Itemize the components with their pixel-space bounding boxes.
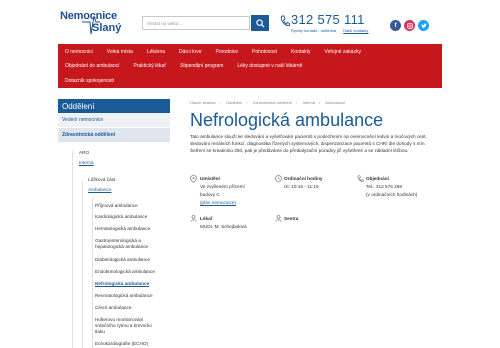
tree-item[interactable]: Hematologická ambulance bbox=[95, 226, 150, 231]
nav-item-stipendijni-program[interactable]: Stipendijní program bbox=[173, 63, 230, 69]
hodiny-label: Ordinační hodiny bbox=[284, 176, 323, 181]
search-icon bbox=[255, 18, 265, 28]
tree-item[interactable]: Gastroenterologická a bbox=[95, 238, 141, 243]
breadcrumb-item[interactable]: Interna bbox=[303, 100, 315, 105]
tree-item[interactable]: tlaku bbox=[95, 329, 105, 334]
location-icon bbox=[190, 175, 197, 183]
nav-item-verejne-zakazky[interactable]: Veřejné zakázky bbox=[318, 49, 368, 55]
phone-number[interactable]: 312 575 111 bbox=[291, 12, 365, 27]
tree-item[interactable]: Holterovo monitorování bbox=[95, 317, 143, 322]
clock-icon bbox=[275, 175, 282, 182]
tree-item[interactable]: Revmatologická ambulance bbox=[95, 293, 153, 298]
phone-icon bbox=[280, 15, 290, 27]
sidebar: Oddělení Vedení nemocnice Zdravotnická o… bbox=[58, 99, 170, 143]
chevron-right-icon: › bbox=[319, 100, 321, 105]
nav-row-3: Dotazník spokojenosti bbox=[58, 74, 121, 88]
chevron-right-icon: › bbox=[296, 100, 298, 105]
instagram-icon[interactable] bbox=[404, 20, 415, 31]
search-input[interactable]: Hledat na webu ... bbox=[142, 16, 250, 30]
umisteni-line1: Ve zvýšeném přízemí bbox=[200, 184, 245, 189]
page-intro: Tato ambulance slouží ke sledování a vyš… bbox=[190, 134, 427, 153]
page-title: Nefrologická ambulance bbox=[190, 110, 384, 130]
nav-item-pohotovost[interactable]: Pohotovost bbox=[245, 49, 284, 55]
nav-item-o-nemocnici[interactable]: O nemocnici bbox=[58, 49, 100, 55]
plan-nemocnice-link[interactable]: (plán nemocnice) bbox=[200, 200, 236, 206]
nav-item-leky[interactable]: Léky dostupné v naší lékárně bbox=[230, 63, 309, 69]
twitter-icon[interactable] bbox=[418, 20, 429, 31]
objednani-line2: (v ordinačních hodinách) bbox=[366, 192, 418, 197]
tree-item-nefrologicka[interactable]: Nefrologická ambulance bbox=[95, 281, 149, 286]
sidebar-item-vedeni[interactable]: Vedení nemocnice bbox=[58, 113, 170, 128]
phone-icon bbox=[357, 175, 364, 182]
tree-item-luzkova[interactable]: Lůžková část bbox=[88, 177, 115, 182]
tree-item[interactable]: srdečního rytmu a krevního bbox=[95, 323, 152, 328]
logo-text-line1: Nemocnice bbox=[60, 10, 117, 22]
tree-item[interactable]: Diabetologická ambulance bbox=[95, 257, 150, 262]
breadcrumb-item[interactable]: Oddělení bbox=[226, 100, 242, 105]
phone-link-more[interactable]: Další kontakty bbox=[343, 28, 368, 33]
tree-item[interactable]: Kardiologická ambulance bbox=[95, 214, 147, 219]
nav-item-objednani[interactable]: Objednání do ambulancí bbox=[58, 63, 126, 69]
breadcrumb-item[interactable]: Hlavní stránka bbox=[190, 100, 216, 105]
tree-item[interactable]: Echokardiografie (ECHO) bbox=[95, 341, 148, 346]
nav-row-1: O nemocnici Volná místa Lékárna Dárci kr… bbox=[58, 45, 368, 59]
objednani-label: Objednání bbox=[366, 176, 389, 181]
nav-item-lekarna[interactable]: Lékárna bbox=[140, 49, 172, 55]
main-navigation: O nemocnici Volná místa Lékárna Dárci kr… bbox=[58, 44, 442, 88]
tree-item[interactable]: Příjmová ambulance bbox=[95, 203, 138, 208]
sidebar-heading: Oddělení bbox=[58, 99, 170, 113]
tree-item[interactable]: hepatologická ambulance bbox=[95, 244, 148, 249]
nurse-icon bbox=[275, 215, 282, 222]
lekar-label: Lékař bbox=[200, 216, 213, 221]
tree-line bbox=[72, 151, 73, 348]
tree-item-aro[interactable]: ARO bbox=[79, 150, 89, 155]
nav-item-porodnice[interactable]: Porodnice bbox=[209, 49, 246, 55]
umisteni-line2: budovy C bbox=[200, 192, 220, 197]
chevron-right-icon: › bbox=[246, 100, 248, 105]
nav-item-volna-mista[interactable]: Volná místa bbox=[100, 49, 140, 55]
search-button[interactable] bbox=[251, 15, 269, 31]
nav-item-dotaznik[interactable]: Dotazník spokojenosti bbox=[58, 78, 121, 84]
tree-line bbox=[92, 198, 93, 348]
site-header: Nemocnice Slaný Hledat na webu ... 312 5… bbox=[0, 0, 500, 42]
site-logo[interactable]: Nemocnice Slaný bbox=[60, 10, 130, 36]
tree-item-ambulance[interactable]: Ambulance bbox=[88, 187, 111, 192]
tree-item[interactable]: Cévní ambulance bbox=[95, 305, 131, 310]
nav-item-darci-krve[interactable]: Dárci krve bbox=[172, 49, 209, 55]
sestra-label: Sestra bbox=[284, 216, 299, 221]
lekar-text: MUDr. M. Schejbalová bbox=[200, 224, 247, 229]
phone-links: Rychlý kontakt - ústředna Další kontakty bbox=[291, 28, 374, 33]
tree-line bbox=[82, 182, 83, 348]
tree-item-interna[interactable]: Interna bbox=[79, 160, 94, 165]
nav-row-2: Objednání do ambulancí Praktický lékař S… bbox=[58, 59, 309, 73]
logo-text-line2: Slaný bbox=[92, 22, 122, 34]
nav-item-prakticky-lekar[interactable]: Praktický lékař bbox=[126, 63, 173, 69]
umisteni-label: Umístění bbox=[200, 176, 220, 181]
phone-link-quick[interactable]: Rychlý kontakt - ústředna bbox=[291, 28, 336, 33]
breadcrumb-item[interactable]: Ambulance bbox=[325, 100, 345, 105]
breadcrumb-item[interactable]: Zdravotnická oddělení bbox=[253, 100, 292, 105]
nav-item-kontakty[interactable]: Kontakty bbox=[284, 49, 317, 55]
facebook-icon[interactable]: f bbox=[390, 20, 401, 31]
sidebar-item-zdravotnicka-oddeleni[interactable]: Zdravotnická oddělení bbox=[58, 128, 170, 143]
objednani-line1: Tel.: 312 575 268 bbox=[366, 184, 402, 189]
doctor-icon bbox=[190, 215, 197, 222]
tree-item[interactable]: Endokrinologická ambulance bbox=[95, 269, 155, 274]
chevron-right-icon: › bbox=[219, 100, 221, 105]
hodiny-text: Út: 10:15 - 11:15 bbox=[284, 184, 319, 189]
breadcrumb: Hlavní stránka › Oddělení › Zdravotnická o… bbox=[190, 100, 349, 105]
